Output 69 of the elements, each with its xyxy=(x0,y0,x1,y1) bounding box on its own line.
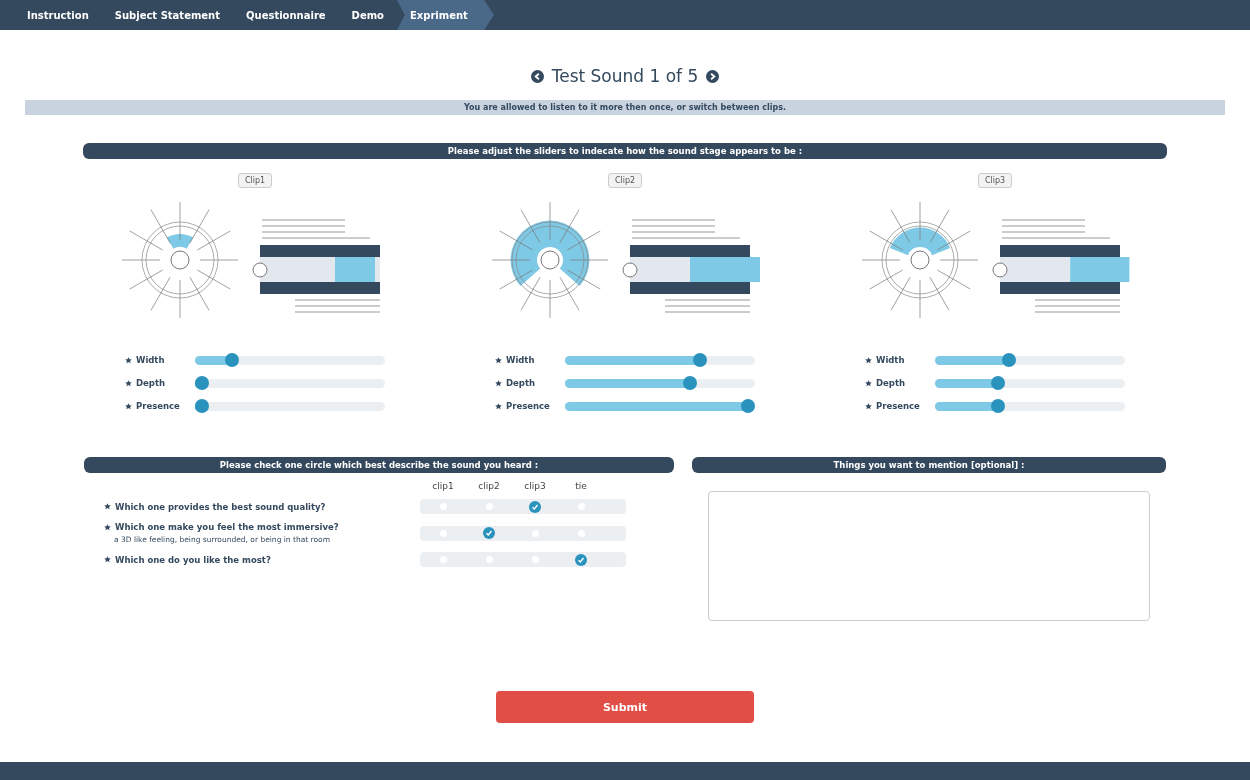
slider-label: Presence xyxy=(136,401,180,411)
previous-icon[interactable] xyxy=(530,69,544,83)
slider-track[interactable] xyxy=(195,376,385,390)
radio-button[interactable] xyxy=(575,553,587,566)
page-title: Test Sound 1 of 5 xyxy=(551,66,699,86)
question-text: Which one provides the best sound quality? xyxy=(115,501,326,512)
comment-field[interactable] xyxy=(708,491,1150,621)
nav-tab[interactable]: Demo xyxy=(338,0,397,30)
star-icon xyxy=(865,379,872,387)
slider-thumb[interactable] xyxy=(741,399,755,413)
star-icon xyxy=(125,356,132,364)
column-heading: tie xyxy=(574,481,588,491)
slider-thumb[interactable] xyxy=(195,376,209,390)
section-heading: Things you want to mention [optional] : xyxy=(692,457,1166,473)
slider-thumb[interactable] xyxy=(991,376,1006,390)
slider-thumb[interactable] xyxy=(682,376,697,390)
question-text: Which one do you like the most? xyxy=(115,554,271,565)
check-icon xyxy=(531,502,539,511)
star-icon xyxy=(125,379,132,387)
slider-track[interactable] xyxy=(935,353,1125,367)
nav-tab[interactable]: Questionnaire xyxy=(233,0,339,30)
section-heading: Please adjust the sliders to indecate how the sound stage appears to be : xyxy=(83,143,1167,159)
slider-track[interactable] xyxy=(565,399,755,413)
slider-label: Width xyxy=(136,355,165,365)
star-icon xyxy=(104,556,111,563)
slider-thumb[interactable] xyxy=(1001,353,1016,367)
slider-track[interactable] xyxy=(195,353,385,367)
check-icon xyxy=(485,529,493,537)
slider-thumb[interactable] xyxy=(224,353,239,367)
clip-button[interactable]: Clip1 xyxy=(237,173,273,188)
nav-tab[interactable]: Instruction xyxy=(14,0,102,30)
slider-track[interactable] xyxy=(935,399,1125,413)
nav-tab[interactable]: Subject Statement xyxy=(101,0,234,30)
radio-button[interactable] xyxy=(529,500,541,513)
column-heading: clip3 xyxy=(523,481,547,491)
slider-track[interactable] xyxy=(565,353,755,367)
slider-label: Width xyxy=(876,355,905,365)
slider-thumb[interactable] xyxy=(693,353,708,367)
slider-label: Presence xyxy=(506,401,550,411)
slider-thumb[interactable] xyxy=(991,399,1006,413)
column-heading: clip1 xyxy=(431,481,455,491)
star-icon xyxy=(104,523,111,531)
check-icon xyxy=(577,555,585,564)
star-icon xyxy=(865,356,872,364)
star-icon xyxy=(495,402,502,410)
star-icon xyxy=(865,402,872,410)
slider-label: Presence xyxy=(876,401,920,411)
slider-track[interactable] xyxy=(565,376,755,390)
question-text: Which one make you feel the most immersive? xyxy=(115,522,339,532)
radio-button[interactable] xyxy=(483,527,495,539)
slider-label: Depth xyxy=(876,378,906,388)
column-heading: clip2 xyxy=(477,481,501,491)
slider-thumb[interactable] xyxy=(195,399,209,413)
nav-tab[interactable]: Expriment xyxy=(396,0,494,30)
slider-label: Depth xyxy=(136,378,166,388)
star-icon xyxy=(495,356,502,364)
clip-button[interactable]: Clip2 xyxy=(607,173,643,188)
clip-button[interactable]: Clip3 xyxy=(977,173,1013,188)
submit-button[interactable]: Submit xyxy=(496,691,754,723)
section-heading: Please check one circle which best describe the sound you heard : xyxy=(84,457,674,473)
next-icon[interactable] xyxy=(706,69,720,83)
slider-track[interactable] xyxy=(195,399,385,413)
slider-label: Width xyxy=(506,355,535,365)
star-icon xyxy=(125,402,132,410)
star-icon xyxy=(495,379,502,387)
slider-label: Depth xyxy=(506,378,536,388)
slider-track[interactable] xyxy=(935,376,1125,390)
notice-banner: You are allowed to listen to it more then once, or switch between clips. xyxy=(25,100,1225,115)
star-icon xyxy=(104,503,111,510)
